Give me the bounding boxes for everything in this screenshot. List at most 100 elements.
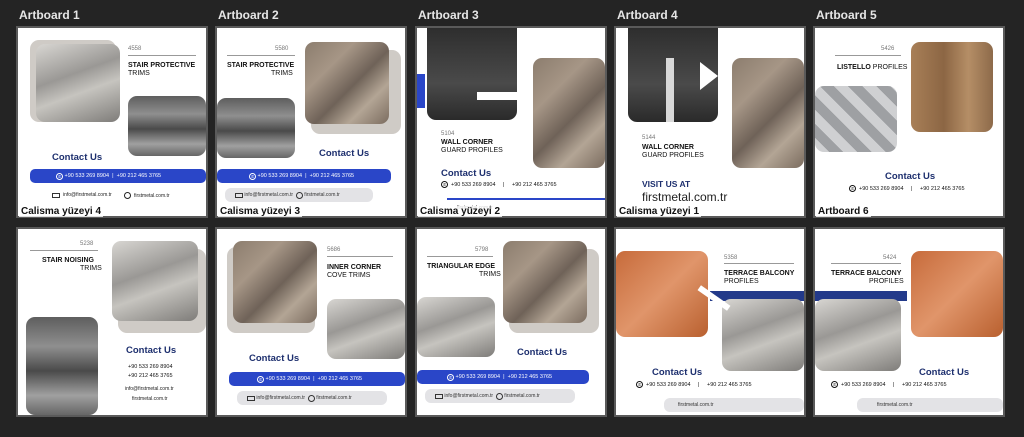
overlay-label-3[interactable]: Calisma yüzeyi 2 bbox=[418, 206, 503, 217]
email-icon bbox=[247, 395, 255, 401]
product-image-profiles bbox=[722, 299, 804, 371]
phone-list: +90 533 269 8904 +90 212 465 3765 bbox=[128, 364, 173, 379]
product-image-stairs bbox=[128, 96, 206, 156]
product-image-corner bbox=[732, 58, 804, 168]
web-line: firstmetal.com.tr bbox=[132, 396, 168, 402]
whatsapp-icon: ✆ bbox=[441, 181, 448, 188]
footer-pill: info@firstmetal.com.tr firstmetal.com.tr bbox=[237, 391, 387, 405]
artboard-8[interactable]: 5798 TRIANGULAR EDGE TRIMS Contact Us ✆ +… bbox=[415, 227, 607, 417]
artboard-label-5[interactable]: Artboard 5 bbox=[816, 8, 877, 22]
product-title: STAIR NOISING TRIMS bbox=[42, 257, 102, 272]
email-line: info@firstmetal.com.tr bbox=[125, 386, 174, 392]
product-number: 5798 bbox=[475, 247, 489, 253]
product-image-wall bbox=[427, 28, 517, 120]
contact-heading: Contact Us bbox=[249, 353, 300, 364]
whatsapp-icon: ✆ bbox=[636, 381, 643, 388]
product-image-nosing bbox=[112, 241, 198, 321]
corner-profile bbox=[666, 58, 674, 122]
web-line: firstmetal.com.tr bbox=[124, 192, 170, 199]
phone-banner: ✆ +90 533 269 8904 | +90 212 465 3765 bbox=[217, 169, 391, 183]
footer-pill: info@firstmetal.com.tr firstmetal.com.tr bbox=[225, 188, 373, 202]
arrow-icon bbox=[700, 62, 718, 90]
artboard-3[interactable]: 5104 WALL CORNER GUARD PROFILES Contact U… bbox=[415, 26, 607, 218]
product-number: 4558 bbox=[128, 46, 142, 52]
artboard-1[interactable]: 4558 STAIR PROTECTIVE TRIMS Contact Us ✆ … bbox=[16, 26, 208, 218]
product-image-inner-corner bbox=[327, 299, 405, 359]
artboard-label-2[interactable]: Artboard 2 bbox=[218, 8, 279, 22]
artboard-2[interactable]: 5580 STAIR PROTECTIVE TRIMS Contact Us ✆ … bbox=[215, 26, 407, 218]
artboard-9[interactable]: 5358 TERRACE BALCONY PROFILES Contact Us … bbox=[614, 227, 806, 417]
divider bbox=[128, 55, 196, 56]
globe-icon bbox=[124, 192, 131, 199]
product-image-stair-trim bbox=[36, 44, 120, 122]
contact-heading: Contact Us bbox=[52, 152, 103, 163]
contact-heading: Contact Us bbox=[126, 345, 177, 356]
website-large: firstmetal.com.tr bbox=[642, 190, 728, 204]
overlay-label-2[interactable]: Calisma yüzeyi 3 bbox=[218, 206, 303, 217]
product-number: 5424 bbox=[883, 255, 897, 261]
product-image-edge bbox=[503, 241, 587, 323]
product-number: 5144 bbox=[642, 135, 656, 141]
product-number: 5104 bbox=[441, 131, 455, 137]
overlay-label-1[interactable]: Calisma yüzeyi 4 bbox=[19, 206, 104, 217]
artboard-6[interactable]: 5238 STAIR NOISING TRIMS Contact Us +90 5… bbox=[16, 227, 208, 417]
product-number: 5358 bbox=[724, 255, 738, 261]
divider bbox=[327, 256, 393, 257]
divider bbox=[724, 263, 794, 264]
product-number: 5580 bbox=[275, 46, 289, 52]
contact-heading: Contact Us bbox=[517, 347, 568, 358]
phone-banner: ✆ +90 533 269 8904 | +90 212 465 3765 bbox=[30, 169, 206, 183]
product-number: 5238 bbox=[80, 241, 94, 247]
product-image-cove bbox=[233, 241, 317, 323]
product-image-corner bbox=[533, 58, 605, 168]
product-title: TERRACE BALCONY PROFILES bbox=[831, 270, 904, 285]
footer-pill: firstmetal.com.tr bbox=[857, 398, 1003, 412]
artboard-10[interactable]: 5424 TERRACE BALCONY PROFILES Contact Us … bbox=[813, 227, 1005, 417]
phone-banner: ✆ +90 533 269 8904 | +90 212 465 3765 bbox=[229, 372, 405, 386]
footer-pill: firstmetal.com.tr bbox=[664, 398, 804, 412]
product-image-trim bbox=[305, 42, 389, 124]
overlay-label-5[interactable]: Artboard 6 bbox=[816, 206, 871, 217]
accent-bar bbox=[417, 74, 425, 108]
whatsapp-icon: ✆ bbox=[447, 373, 454, 381]
contact-heading: Contact Us bbox=[441, 168, 492, 179]
accent-line bbox=[447, 198, 605, 200]
contact-heading: Contact Us bbox=[919, 367, 970, 378]
product-number: 5426 bbox=[881, 46, 895, 52]
whatsapp-icon: ✆ bbox=[849, 185, 856, 192]
product-image-triangular bbox=[417, 297, 495, 357]
product-title: WALL CORNER GUARD PROFILES bbox=[441, 139, 503, 154]
phone-line: ✆ +90 533 269 8904 | +90 212 465 3765 bbox=[636, 381, 752, 388]
phone-banner: ✆ +90 533 269 8904 | +90 212 465 3765 bbox=[417, 370, 589, 384]
visit-label: VISIT US AT bbox=[642, 179, 691, 189]
artboard-label-1[interactable]: Artboard 1 bbox=[19, 8, 80, 22]
artboard-label-3[interactable]: Artboard 3 bbox=[418, 8, 479, 22]
divider bbox=[427, 256, 493, 257]
email-icon bbox=[52, 192, 60, 198]
footer-pill: info@firstmetal.com.tr firstmetal.com.tr bbox=[425, 389, 575, 403]
divider bbox=[831, 263, 901, 264]
email-icon bbox=[435, 393, 443, 399]
product-title: INNER CORNER COVE TRIMS bbox=[327, 264, 382, 279]
phone-line: ✆ +90 533 269 8904 | +90 212 465 3765 bbox=[849, 185, 965, 192]
artboard-4[interactable]: 5144 WALL CORNER GUARD PROFILES VISIT US … bbox=[614, 26, 806, 218]
contact-heading: Contact Us bbox=[885, 171, 936, 182]
artboard-7[interactable]: 5686 INNER CORNER COVE TRIMS Contact Us ✆… bbox=[215, 227, 407, 417]
overlay-label-4[interactable]: Calisma yüzeyi 1 bbox=[617, 206, 702, 217]
globe-icon bbox=[295, 191, 303, 199]
divider bbox=[835, 55, 901, 56]
email-line: info@firstmetal.com.tr bbox=[52, 192, 112, 198]
product-image-tiles bbox=[815, 86, 897, 152]
product-title: TRIANGULAR EDGE TRIMS bbox=[427, 263, 501, 278]
artboard-label-4[interactable]: Artboard 4 bbox=[617, 8, 678, 22]
whatsapp-icon: ✆ bbox=[831, 381, 838, 388]
product-image-balcony-tiles bbox=[616, 251, 708, 337]
globe-icon bbox=[495, 392, 503, 400]
product-image-stairs bbox=[217, 98, 295, 158]
email-icon bbox=[235, 192, 243, 198]
whatsapp-icon: ✆ bbox=[257, 375, 264, 383]
phone-line: ✆ +90 533 269 8904 | +90 212 465 3765 bbox=[441, 181, 557, 188]
whatsapp-icon: ✆ bbox=[56, 172, 63, 180]
artboard-5[interactable]: 5426 LISTELLO PROFILES Contact Us ✆ +90 5… bbox=[813, 26, 1005, 218]
product-title: TERRACE BALCONY PROFILES bbox=[724, 270, 795, 285]
